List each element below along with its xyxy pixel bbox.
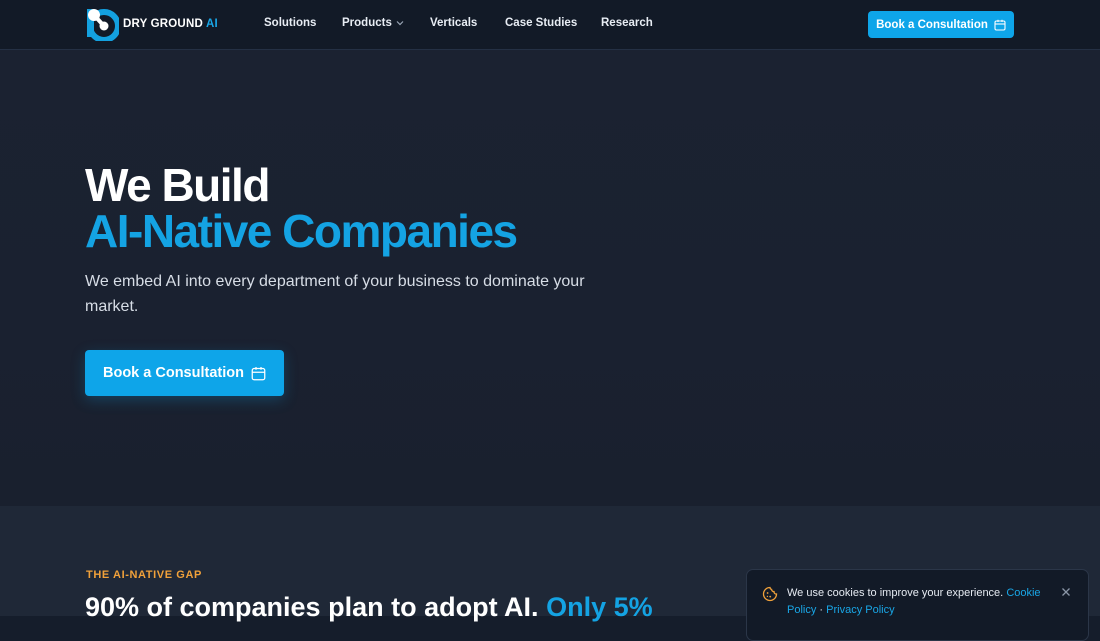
nav-item-products[interactable]: Products [342, 17, 404, 29]
section-title-highlight: Only 5% [546, 592, 653, 622]
cookie-message: We use cookies to improve your experienc… [787, 585, 1057, 619]
hero-title: We Build AI-Native Companies [85, 159, 518, 257]
section-title: 90% of companies plan to adopt AI. Only … [85, 590, 653, 624]
hero-title-line1: We Build [85, 159, 270, 211]
hero-subtitle: We embed AI into every department of you… [85, 273, 585, 315]
nav-item-label: Verticals [430, 17, 478, 29]
link-separator: · [819, 604, 824, 616]
privacy-policy-link[interactable]: Privacy Policy [826, 604, 894, 616]
nav-item-label: Solutions [264, 17, 317, 29]
calendar-icon [994, 19, 1006, 31]
nav-item-case-studies[interactable]: Case Studies [505, 17, 577, 29]
section-title-text: 90% of companies plan to adopt AI. [85, 592, 539, 622]
nav-item-label: Products [342, 17, 392, 29]
header-book-consultation-button[interactable]: Book a Consultation [868, 11, 1014, 38]
button-label: Book a Consultation [103, 365, 244, 381]
nav-item-solutions[interactable]: Solutions [264, 17, 316, 29]
brand-logo[interactable]: DRY GROUND AI [85, 7, 218, 41]
nav-item-verticals[interactable]: Verticals [430, 17, 477, 29]
calendar-icon [251, 366, 266, 380]
hero-title-line2: AI-Native Companies [85, 205, 518, 257]
hero-section: We Build AI-Native Companies We embed AI… [0, 50, 1100, 506]
close-icon[interactable] [1061, 584, 1071, 602]
hero-book-consultation-button[interactable]: Book a Consultation [85, 350, 284, 396]
cookie-icon [762, 586, 778, 607]
cookie-message-text: We use cookies to improve your experienc… [787, 587, 1004, 599]
chevron-down-icon [396, 17, 404, 29]
nav-item-label: Research [601, 17, 653, 29]
section-eyebrow: THE AI-NATIVE GAP [86, 569, 202, 581]
nav-item-research[interactable]: Research [601, 17, 653, 29]
site-header: DRY GROUND AI Solutions Products Vertical… [0, 0, 1100, 50]
brand-logo-icon [87, 9, 119, 41]
cookie-banner: We use cookies to improve your experienc… [746, 569, 1089, 641]
nav-item-label: Case Studies [505, 17, 578, 29]
brand-name: DRY GROUND AI [123, 18, 218, 30]
button-label: Book a Consultation [876, 18, 988, 31]
